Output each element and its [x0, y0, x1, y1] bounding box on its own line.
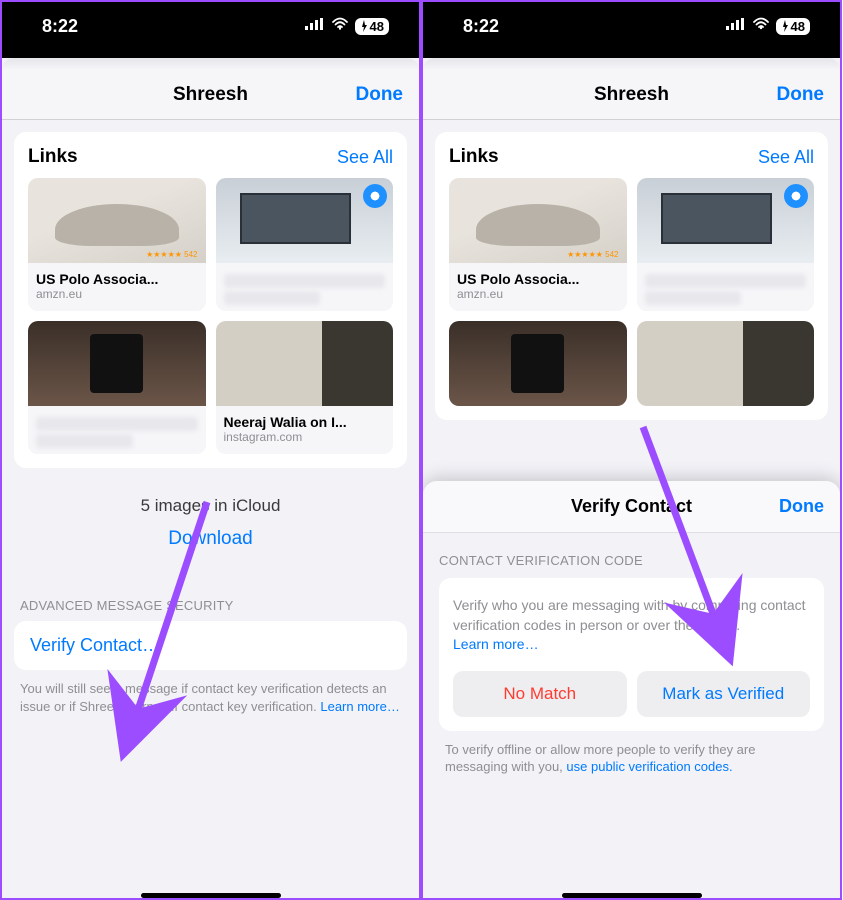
link-title: US Polo Associa... [36, 271, 198, 287]
security-footnote: You will still see a message if contact … [14, 670, 407, 725]
learn-more-link[interactable]: Learn more… [453, 636, 539, 652]
links-card: Links See All ★★★★★ 542 US Polo Associa.… [435, 132, 828, 420]
link-thumb: ★★★★★ 542 [449, 178, 627, 263]
battery-icon: 48 [355, 18, 389, 35]
navbar: Shreesh Done [2, 70, 419, 120]
link-thumb: ★★★★★ 542 [28, 178, 206, 263]
verification-desc: Verify who you are messaging with by com… [453, 596, 810, 655]
statusbar: 8:22 48 [423, 2, 840, 50]
navbar: Shreesh Done [423, 70, 840, 120]
link-tile[interactable] [449, 321, 627, 406]
statusbar: 8:22 48 [2, 2, 419, 50]
home-indicator[interactable] [141, 893, 281, 898]
done-button[interactable]: Done [356, 84, 404, 106]
cellular-icon [726, 17, 746, 35]
icloud-summary: 5 images in iCloud [14, 496, 407, 516]
sheet-title: Verify Contact [571, 496, 692, 517]
link-thumb [637, 178, 815, 263]
advanced-security-header: ADVANCED MESSAGE SECURITY [20, 598, 401, 613]
link-tile[interactable] [637, 321, 815, 406]
status-time: 8:22 [42, 16, 78, 37]
phone-left: 8:22 48 Shreesh Done Links See All ★★★★★… [0, 0, 421, 900]
card-stack-edge [423, 58, 840, 70]
link-tile[interactable]: Neeraj Walia on I... instagram.com [216, 321, 394, 454]
verify-contact-button[interactable]: Verify Contact… [14, 621, 407, 670]
link-tile[interactable]: ★★★★★ 542 US Polo Associa... amzn.eu [28, 178, 206, 311]
safari-icon [363, 184, 387, 208]
verification-code-header: CONTACT VERIFICATION CODE [439, 553, 824, 568]
no-match-button[interactable]: No Match [453, 671, 627, 717]
card-stack-edge [2, 58, 419, 70]
app-area: Shreesh Done Links See All ★★★★★ 542 US … [2, 58, 419, 900]
home-indicator[interactable] [562, 893, 702, 898]
link-title: US Polo Associa... [457, 271, 619, 287]
sheet-done-button[interactable]: Done [779, 496, 824, 517]
link-domain: amzn.eu [457, 287, 619, 301]
status-right: 48 [726, 17, 810, 35]
link-tile[interactable] [216, 178, 394, 311]
wifi-icon [752, 17, 770, 35]
safari-icon [784, 184, 808, 208]
app-area: Shreesh Done Links See All ★★★★★ 542 US … [423, 58, 840, 900]
page-title: Shreesh [594, 84, 669, 106]
phone-right: 8:22 48 Shreesh Done Links See All ★★★★★… [421, 0, 842, 900]
learn-more-link[interactable]: Learn more… [320, 699, 399, 714]
link-domain: amzn.eu [36, 287, 198, 301]
sheet-navbar: Verify Contact Done [423, 481, 840, 533]
link-thumb [28, 321, 206, 406]
verification-card: Verify who you are messaging with by com… [439, 578, 824, 731]
status-time: 8:22 [463, 16, 499, 37]
link-thumb [216, 178, 394, 263]
links-grid: ★★★★★ 542 US Polo Associa... amzn.eu [28, 178, 393, 454]
link-tile[interactable] [28, 321, 206, 454]
link-thumb [216, 321, 394, 406]
sheet-footnote: To verify offline or allow more people t… [439, 731, 824, 786]
status-right: 48 [305, 17, 389, 35]
see-all-button[interactable]: See All [758, 147, 814, 168]
cellular-icon [305, 17, 325, 35]
links-grid: ★★★★★ 542 US Polo Associa... amzn.eu [449, 178, 814, 406]
link-thumb [637, 321, 815, 406]
public-codes-link[interactable]: use public verification codes. [566, 759, 732, 774]
link-tile[interactable] [637, 178, 815, 311]
link-tile[interactable]: ★★★★★ 542 US Polo Associa... amzn.eu [449, 178, 627, 311]
done-button[interactable]: Done [777, 84, 825, 106]
content: Links See All ★★★★★ 542 US Polo Associa.… [2, 120, 419, 900]
links-title: Links [449, 146, 499, 168]
link-title: Neeraj Walia on I... [224, 414, 386, 430]
link-thumb [449, 321, 627, 406]
see-all-button[interactable]: See All [337, 147, 393, 168]
battery-icon: 48 [776, 18, 810, 35]
link-domain: instagram.com [224, 430, 386, 444]
verify-sheet: Verify Contact Done CONTACT VERIFICATION… [423, 481, 840, 900]
links-card: Links See All ★★★★★ 542 US Polo Associa.… [14, 132, 407, 468]
page-title: Shreesh [173, 84, 248, 106]
links-title: Links [28, 146, 78, 168]
wifi-icon [331, 17, 349, 35]
download-button[interactable]: Download [14, 528, 407, 550]
mark-as-verified-button[interactable]: Mark as Verified [637, 671, 811, 717]
